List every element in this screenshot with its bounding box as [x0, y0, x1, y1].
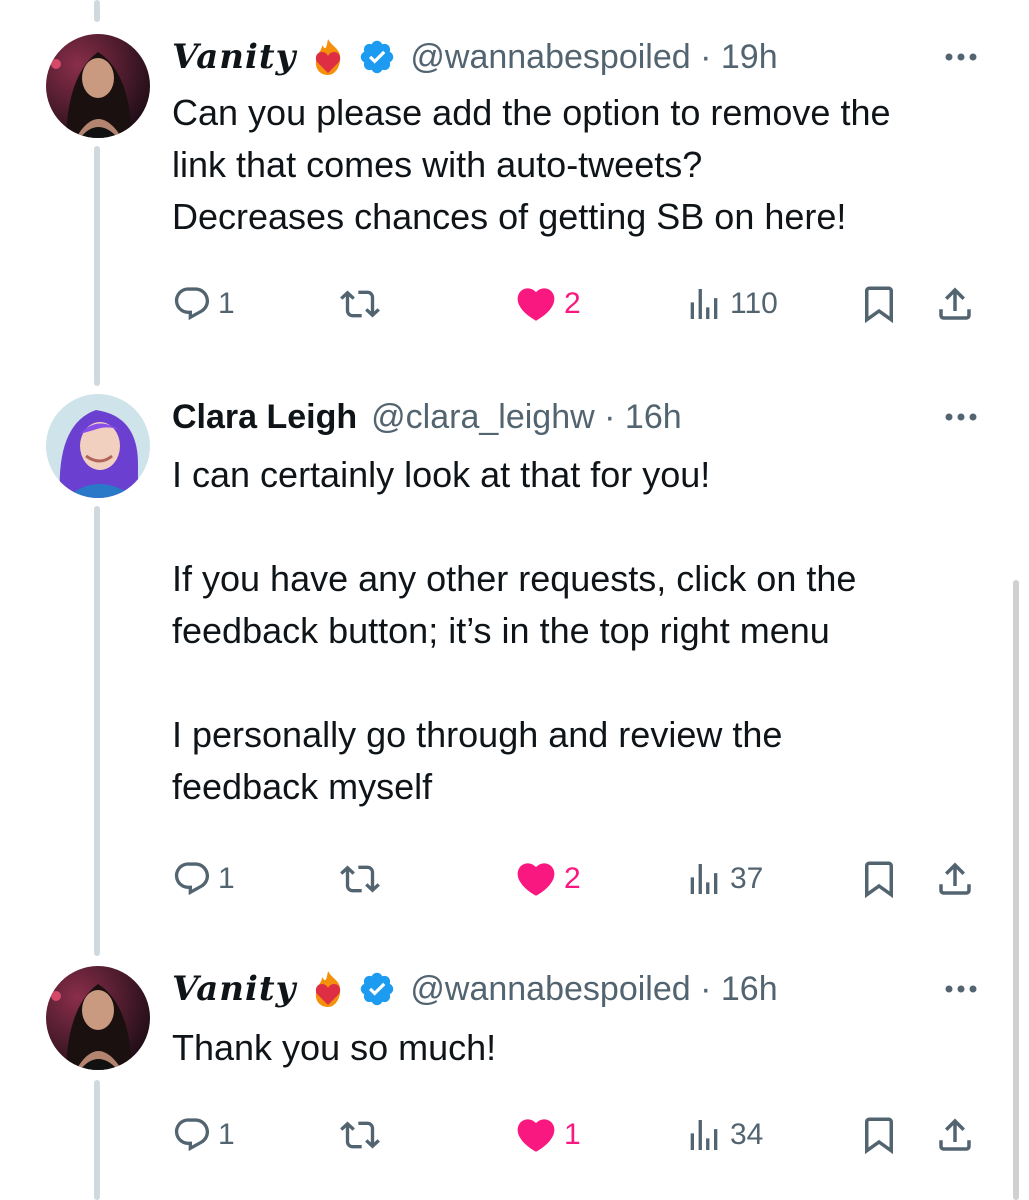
fire-heart-emoji-icon	[308, 969, 348, 1009]
avatar[interactable]	[46, 966, 150, 1070]
reply-icon	[174, 862, 210, 896]
views-count: 34	[730, 1118, 764, 1151]
views-button[interactable]: 34	[684, 1110, 763, 1160]
repost-icon	[340, 1121, 380, 1149]
avatar[interactable]	[46, 394, 150, 498]
reply-button[interactable]: 1	[172, 854, 235, 904]
like-icon	[517, 1119, 555, 1152]
repost-button[interactable]	[340, 854, 386, 904]
share-button[interactable]	[934, 279, 976, 329]
timestamp[interactable]: 16h	[625, 398, 682, 436]
display-name[interactable]: Vanity	[172, 37, 296, 77]
thread-line-top	[94, 0, 100, 22]
tweet-text: Thank you so much!	[172, 1027, 497, 1068]
display-name[interactable]: Vanity	[172, 969, 296, 1009]
tweet-text: I can certainly look at that for you! If…	[172, 454, 857, 807]
share-button[interactable]	[934, 854, 976, 904]
views-icon	[690, 289, 718, 319]
like-button[interactable]: 1	[514, 1110, 581, 1160]
separator: ·	[690, 969, 721, 1008]
like-button[interactable]: 2	[514, 854, 581, 904]
views-icon	[690, 864, 718, 894]
action-bar: 1 2 110	[172, 279, 992, 329]
handle-and-time[interactable]: @wannabespoiled · 19h	[410, 38, 777, 77]
like-icon	[517, 288, 555, 321]
views-icon	[690, 1120, 718, 1150]
bookmark-icon	[865, 861, 893, 899]
reply-count: 1	[218, 1118, 235, 1151]
more-icon[interactable]	[941, 974, 981, 1004]
handle-and-time[interactable]: @wannabespoiled · 16h	[410, 970, 777, 1009]
share-button[interactable]	[934, 1110, 976, 1160]
reply-icon	[174, 287, 210, 321]
bookmark-icon	[865, 286, 893, 324]
tweet-header: Clara Leigh @clara_leighw · 16h	[172, 394, 682, 440]
share-icon	[939, 1118, 971, 1151]
action-bar: 1 1 34	[172, 1110, 992, 1160]
reply-count: 1	[218, 862, 235, 895]
like-count: 2	[564, 287, 581, 320]
action-bar: 1 2 37	[172, 854, 992, 904]
verified-icon[interactable]	[358, 970, 396, 1008]
reply-count: 1	[218, 287, 235, 320]
like-button[interactable]: 2	[514, 279, 581, 329]
tweet-3[interactable]: Vanity @wannabespoiled · 16h Thank you s…	[0, 966, 1029, 1186]
views-button[interactable]: 110	[684, 279, 778, 329]
views-count: 110	[730, 287, 778, 320]
bookmark-button[interactable]	[858, 279, 900, 329]
timestamp[interactable]: 16h	[721, 970, 778, 1008]
share-icon	[939, 287, 971, 320]
separator: ·	[690, 37, 721, 76]
views-button[interactable]: 37	[684, 854, 763, 904]
reply-icon	[174, 1118, 210, 1152]
like-icon	[517, 863, 555, 896]
timestamp[interactable]: 19h	[721, 38, 778, 76]
separator: ·	[594, 397, 625, 436]
avatar[interactable]	[46, 34, 150, 138]
tweet-header: Vanity @wannabespoiled · 19h	[172, 34, 778, 80]
repost-button[interactable]	[340, 1110, 386, 1160]
views-count: 37	[730, 862, 764, 895]
reply-button[interactable]: 1	[172, 279, 235, 329]
repost-button[interactable]	[340, 279, 386, 329]
more-icon[interactable]	[941, 42, 981, 72]
like-count: 1	[564, 1118, 581, 1151]
handle[interactable]: @wannabespoiled	[410, 970, 690, 1008]
repost-icon	[340, 290, 380, 318]
handle[interactable]: @clara_leighw	[371, 398, 595, 436]
bookmark-icon	[865, 1117, 893, 1155]
like-count: 2	[564, 862, 581, 895]
more-icon[interactable]	[941, 402, 981, 432]
handle[interactable]: @wannabespoiled	[410, 38, 690, 76]
tweet-text: Can you please add the option to remove …	[172, 92, 891, 237]
tweet-header: Vanity @wannabespoiled · 16h	[172, 966, 778, 1012]
handle-and-time[interactable]: @clara_leighw · 16h	[371, 398, 681, 437]
bookmark-button[interactable]	[858, 854, 900, 904]
repost-icon	[340, 865, 380, 893]
fire-heart-emoji-icon	[308, 37, 348, 77]
share-icon	[939, 862, 971, 895]
tweet-1[interactable]: Vanity @wannabespoiled · 19h Can you ple…	[0, 34, 1029, 334]
reply-button[interactable]: 1	[172, 1110, 235, 1160]
verified-icon[interactable]	[358, 38, 396, 76]
bookmark-button[interactable]	[858, 1110, 900, 1160]
tweet-2[interactable]: Clara Leigh @clara_leighw · 16h I can ce…	[0, 394, 1029, 914]
display-name[interactable]: Clara Leigh	[172, 398, 357, 437]
scrollbar[interactable]	[1013, 580, 1019, 1200]
